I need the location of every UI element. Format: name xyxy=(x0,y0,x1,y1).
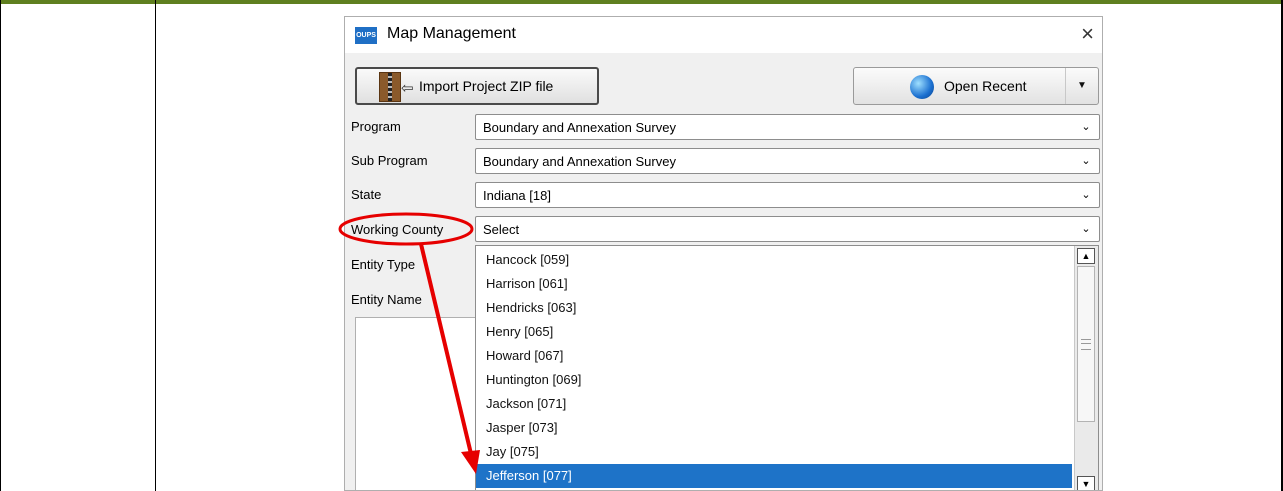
zip-archive-icon xyxy=(379,72,401,102)
state-label: State xyxy=(351,187,382,202)
program-select[interactable]: Boundary and Annexation Survey ⌄ xyxy=(475,114,1100,140)
county-option[interactable]: Howard [067] xyxy=(476,344,1072,368)
county-option[interactable]: Jackson [071] xyxy=(476,392,1072,416)
county-option[interactable]: Henry [065] xyxy=(476,320,1072,344)
chevron-down-icon[interactable]: ⌄ xyxy=(1073,183,1099,207)
scrollbar-thumb[interactable] xyxy=(1077,266,1095,422)
dialog-title: Map Management xyxy=(387,25,516,42)
program-value: Boundary and Annexation Survey xyxy=(483,120,676,135)
scroll-up-icon[interactable]: ▲ xyxy=(1077,248,1095,264)
open-recent-label: Open Recent xyxy=(944,78,1027,94)
close-icon[interactable]: × xyxy=(1081,21,1094,47)
county-option[interactable]: Harrison [061] xyxy=(476,272,1072,296)
county-option[interactable]: Huntington [069] xyxy=(476,368,1072,392)
county-option[interactable]: Jefferson [077] xyxy=(476,464,1072,488)
map-management-dialog: OUPS Map Management × ⇦ Import Project Z… xyxy=(344,16,1103,491)
open-recent-dropdown-icon[interactable]: ▼ xyxy=(1065,68,1098,104)
import-arrow-icon: ⇦ xyxy=(401,80,414,97)
sub-program-select[interactable]: Boundary and Annexation Survey ⌄ xyxy=(475,148,1100,174)
title-bar: OUPS Map Management × xyxy=(345,17,1102,53)
chevron-down-icon[interactable]: ⌄ xyxy=(1073,115,1099,139)
entity-name-label: Entity Name xyxy=(351,292,422,307)
import-button-label: Import Project ZIP file xyxy=(419,78,554,94)
open-recent-button[interactable]: Open Recent ▼ xyxy=(853,67,1099,105)
app-icon: OUPS xyxy=(355,27,377,44)
state-select[interactable]: Indiana [18] ⌄ xyxy=(475,182,1100,208)
working-county-label: Working County xyxy=(351,222,444,237)
sub-program-label: Sub Program xyxy=(351,153,428,168)
county-option[interactable]: Hancock [059] xyxy=(476,248,1072,272)
county-option[interactable]: Jasper [073] xyxy=(476,416,1072,440)
state-value: Indiana [18] xyxy=(483,188,551,203)
working-county-select[interactable]: Select ⌄ xyxy=(475,216,1100,242)
county-option[interactable]: Hendricks [063] xyxy=(476,296,1072,320)
program-label: Program xyxy=(351,119,401,134)
entity-list-panel xyxy=(355,317,483,490)
import-project-zip-button[interactable]: ⇦ Import Project ZIP file xyxy=(355,67,599,105)
working-county-value: Select xyxy=(483,222,520,237)
chevron-down-icon[interactable]: ⌄ xyxy=(1073,217,1099,241)
working-county-dropdown-list: Hancock [059] Harrison [061] Hendricks [06… xyxy=(475,245,1099,490)
globe-icon xyxy=(910,75,934,99)
scroll-down-icon[interactable]: ▼ xyxy=(1077,476,1095,490)
sub-program-value: Boundary and Annexation Survey xyxy=(483,154,676,169)
document-top-border xyxy=(0,0,1283,4)
grip-icon xyxy=(1081,339,1091,350)
county-option[interactable]: Jay [075] xyxy=(476,440,1072,464)
table-column-divider xyxy=(155,0,156,491)
chevron-down-icon[interactable]: ⌄ xyxy=(1073,149,1099,173)
table-left-border xyxy=(0,0,1,491)
dropdown-scrollbar[interactable]: ▲ ▼ xyxy=(1074,246,1098,490)
entity-type-label: Entity Type xyxy=(351,257,416,272)
